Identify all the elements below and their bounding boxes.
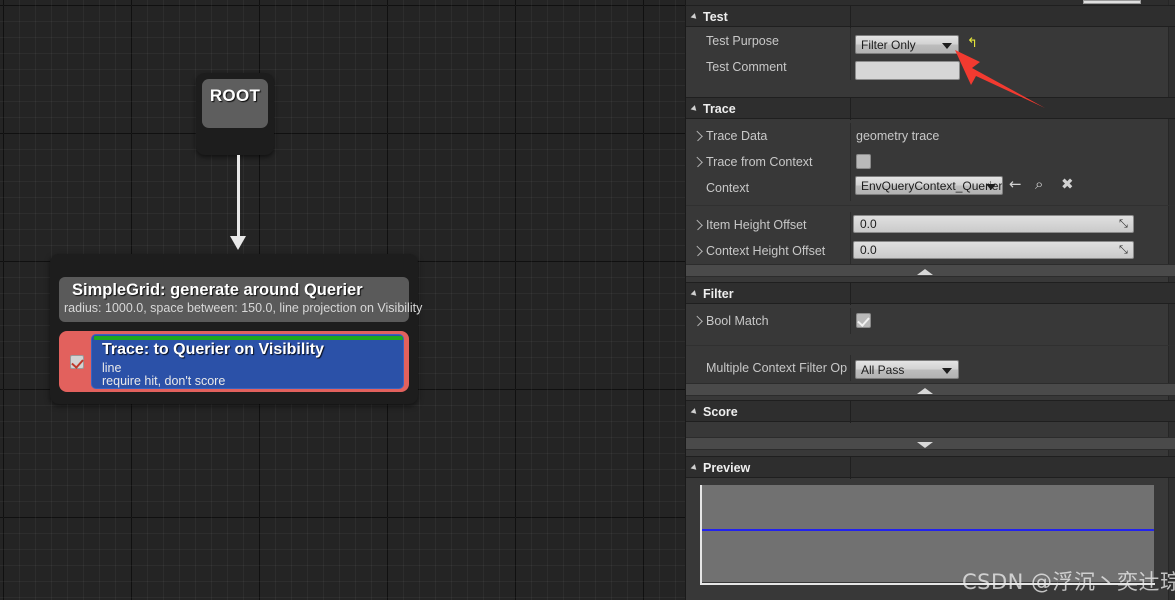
collapse-bar-filter[interactable] xyxy=(686,383,1175,396)
value-item-height-offset: 0.0 xyxy=(860,217,877,231)
label-bool-match: Bool Match xyxy=(706,314,769,328)
section-title-preview: Preview xyxy=(703,461,751,475)
row-separator xyxy=(686,345,1175,346)
close-icon[interactable]: ✖ xyxy=(1061,177,1074,192)
section-header-preview[interactable]: Preview xyxy=(686,456,1175,479)
expand-arrow-icon[interactable] xyxy=(692,156,703,168)
column-divider xyxy=(850,238,851,264)
column-divider xyxy=(850,212,851,238)
column-divider xyxy=(850,355,851,381)
section-header-test[interactable]: Test xyxy=(686,5,1175,28)
checkbox-bool-match[interactable] xyxy=(856,313,871,328)
generator-subtitle: radius: 1000.0, space between: 150.0, li… xyxy=(64,301,423,315)
generator-title: SimpleGrid: generate around Querier xyxy=(72,281,363,299)
dropdown-test-purpose-value: Filter Only xyxy=(861,38,916,52)
test-weight-bar xyxy=(94,336,403,340)
label-item-height-offset: Item Height Offset xyxy=(706,218,807,232)
column-divider xyxy=(850,175,851,201)
value-trace-data: geometry trace xyxy=(856,129,940,143)
dropdown-multiple-context-filter-op[interactable]: All Pass xyxy=(855,360,959,379)
test-enabled-checkbox[interactable] xyxy=(70,355,84,369)
column-divider xyxy=(850,149,851,175)
graph-node-root[interactable]: ROOT xyxy=(196,73,274,155)
column-divider xyxy=(850,98,851,120)
column-divider xyxy=(850,457,851,479)
test-node-line2: require hit, don't score xyxy=(102,374,226,388)
section-header-filter[interactable]: Filter xyxy=(686,282,1175,305)
row-bool-match[interactable]: Bool Match xyxy=(686,308,1175,334)
dropdown-context[interactable]: EnvQueryContext_Querier xyxy=(855,176,1003,195)
watermark-text: CSDN @浮沉丶奕辻琮 xyxy=(962,570,1175,594)
row-trace-from-context[interactable]: Trace from Context xyxy=(686,149,1175,175)
eqs-graph-canvas[interactable]: ROOT SimpleGrid: generate around Querier… xyxy=(0,0,685,600)
spinner-icon[interactable]: ⤡ xyxy=(1119,219,1129,230)
label-context: Context xyxy=(706,181,750,195)
column-divider xyxy=(850,401,851,423)
expand-arrow-icon[interactable] xyxy=(692,130,703,142)
dropdown-context-value: EnvQueryContext_Querier xyxy=(861,179,1003,193)
value-context-height-offset: 0.0 xyxy=(860,243,877,257)
label-test-comment: Test Comment xyxy=(706,60,787,74)
collapse-bar-score[interactable] xyxy=(686,437,1175,450)
chevron-down-icon xyxy=(690,290,699,298)
chevron-down-icon xyxy=(942,368,952,374)
chevron-down-icon xyxy=(690,13,699,21)
row-separator xyxy=(686,205,1175,206)
preview-y-axis xyxy=(700,485,702,585)
checkbox-trace-from-context[interactable] xyxy=(856,154,871,169)
chevron-down-icon xyxy=(690,105,699,113)
expand-arrow-icon[interactable] xyxy=(692,245,703,257)
input-context-height-offset[interactable]: 0.0 ⤡ xyxy=(853,241,1134,259)
label-test-purpose: Test Purpose xyxy=(706,34,779,48)
search-field-cropped[interactable] xyxy=(1083,0,1141,4)
expand-arrow-icon[interactable] xyxy=(692,219,703,231)
label-trace-data: Trace Data xyxy=(706,129,768,143)
eqs-editor-window: ROOT SimpleGrid: generate around Querier… xyxy=(0,0,1175,600)
test-node-line1: line xyxy=(102,361,122,375)
root-node-label: ROOT xyxy=(209,86,261,105)
column-divider xyxy=(850,54,851,80)
label-multiple-context-filter-op: Multiple Context Filter Op xyxy=(706,361,848,375)
column-divider xyxy=(850,308,851,334)
dropdown-test-purpose[interactable]: Filter Only xyxy=(855,35,959,54)
section-header-trace[interactable]: Trace xyxy=(686,97,1175,120)
details-panel: Test Test Purpose Test Comment Filter On… xyxy=(685,0,1175,600)
collapse-bar-trace[interactable] xyxy=(686,264,1175,277)
back-arrow-icon[interactable]: ← xyxy=(1009,177,1022,192)
graph-node-generator[interactable]: SimpleGrid: generate around Querier radi… xyxy=(50,254,423,404)
chevron-up-icon xyxy=(917,388,933,394)
chevron-down-icon xyxy=(690,464,699,472)
section-title-trace: Trace xyxy=(703,102,736,116)
spinner-icon[interactable]: ⤡ xyxy=(1119,245,1129,256)
column-divider xyxy=(850,283,851,305)
label-context-height-offset: Context Height Offset xyxy=(706,244,826,258)
chevron-down-icon xyxy=(690,408,699,416)
column-divider xyxy=(850,6,851,28)
column-divider xyxy=(850,123,851,149)
section-title-filter: Filter xyxy=(703,287,734,301)
row-trace-data[interactable]: Trace Data geometry trace xyxy=(686,123,1175,149)
label-trace-from-context: Trace from Context xyxy=(706,155,813,169)
generator-header[interactable]: SimpleGrid: generate around Querier radi… xyxy=(59,277,423,322)
node-connector-arrow-icon xyxy=(230,236,246,250)
chevron-down-icon xyxy=(986,184,996,190)
graph-node-test-trace[interactable]: Trace: to Querier on Visibility line req… xyxy=(59,331,409,392)
test-node-body[interactable]: Trace: to Querier on Visibility line req… xyxy=(91,334,404,389)
node-connector-line xyxy=(237,155,240,239)
search-icon[interactable]: ⌕ xyxy=(1035,177,1043,192)
section-title-test: Test xyxy=(703,10,728,24)
revert-icon[interactable]: ↰ xyxy=(967,37,978,50)
test-node-title: Trace: to Querier on Visibility xyxy=(102,341,324,358)
input-test-comment[interactable] xyxy=(855,61,960,80)
chevron-down-icon xyxy=(942,43,952,49)
section-header-score[interactable]: Score xyxy=(686,400,1175,423)
chevron-up-icon xyxy=(917,269,933,275)
section-title-score: Score xyxy=(703,405,738,419)
preview-score-curve xyxy=(702,529,1154,531)
column-divider xyxy=(850,28,851,54)
dropdown-multiple-context-filter-op-value: All Pass xyxy=(861,363,905,377)
expand-arrow-icon[interactable] xyxy=(692,315,703,327)
chevron-down-icon xyxy=(917,442,933,448)
input-item-height-offset[interactable]: 0.0 ⤡ xyxy=(853,215,1134,233)
